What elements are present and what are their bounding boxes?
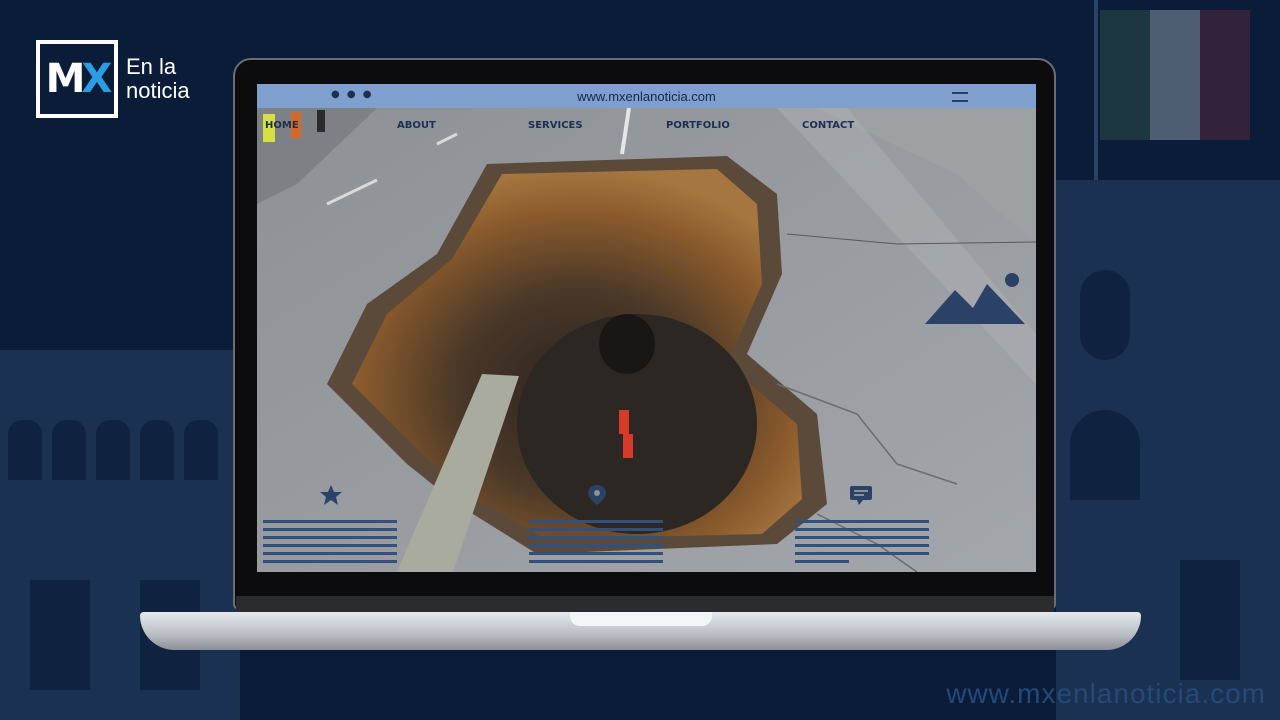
address-url[interactable]: www.mxenlanoticia.com xyxy=(257,89,1036,104)
watermark-url: www.mxenlanoticia.com xyxy=(946,678,1266,709)
nav-services[interactable]: SERVICES xyxy=(528,120,583,131)
browser-address-bar: ● ● ● www.mxenlanoticia.com xyxy=(257,84,1036,108)
feature-text-placeholder-2 xyxy=(529,520,663,568)
chat-bubble-icon xyxy=(850,486,872,505)
brand-logo[interactable]: MX En la noticia xyxy=(36,40,190,118)
logo-mark: MX xyxy=(36,40,118,118)
logo-text-line2: noticia xyxy=(126,78,190,103)
laptop-screen: ● ● ● www.mxenlanoticia.com HOME ABOUT S… xyxy=(257,84,1036,572)
logo-text-line1: En la xyxy=(126,54,177,79)
mexico-flag-image xyxy=(1100,10,1250,140)
sinkhole-photo xyxy=(257,84,1036,572)
logo-letters: MX xyxy=(45,56,113,102)
flag-pole xyxy=(1094,0,1098,180)
nav-contact[interactable]: CONTACT xyxy=(802,120,854,131)
nav-about[interactable]: ABOUT xyxy=(397,120,436,131)
logo-wordmark: En la noticia xyxy=(126,55,190,103)
mountain-image-icon xyxy=(925,273,1025,324)
hamburger-icon[interactable] xyxy=(952,92,968,102)
feature-text-placeholder-3 xyxy=(795,520,929,568)
laptop-base xyxy=(140,612,1141,650)
star-icon xyxy=(320,485,342,505)
nav-portfolio[interactable]: PORTFOLIO xyxy=(666,120,730,131)
map-pin-icon xyxy=(588,485,606,505)
window-dots-icon[interactable]: ● ● ● xyxy=(331,89,374,100)
feature-text-placeholder-1 xyxy=(263,520,397,568)
nav-home[interactable]: HOME xyxy=(265,120,299,131)
